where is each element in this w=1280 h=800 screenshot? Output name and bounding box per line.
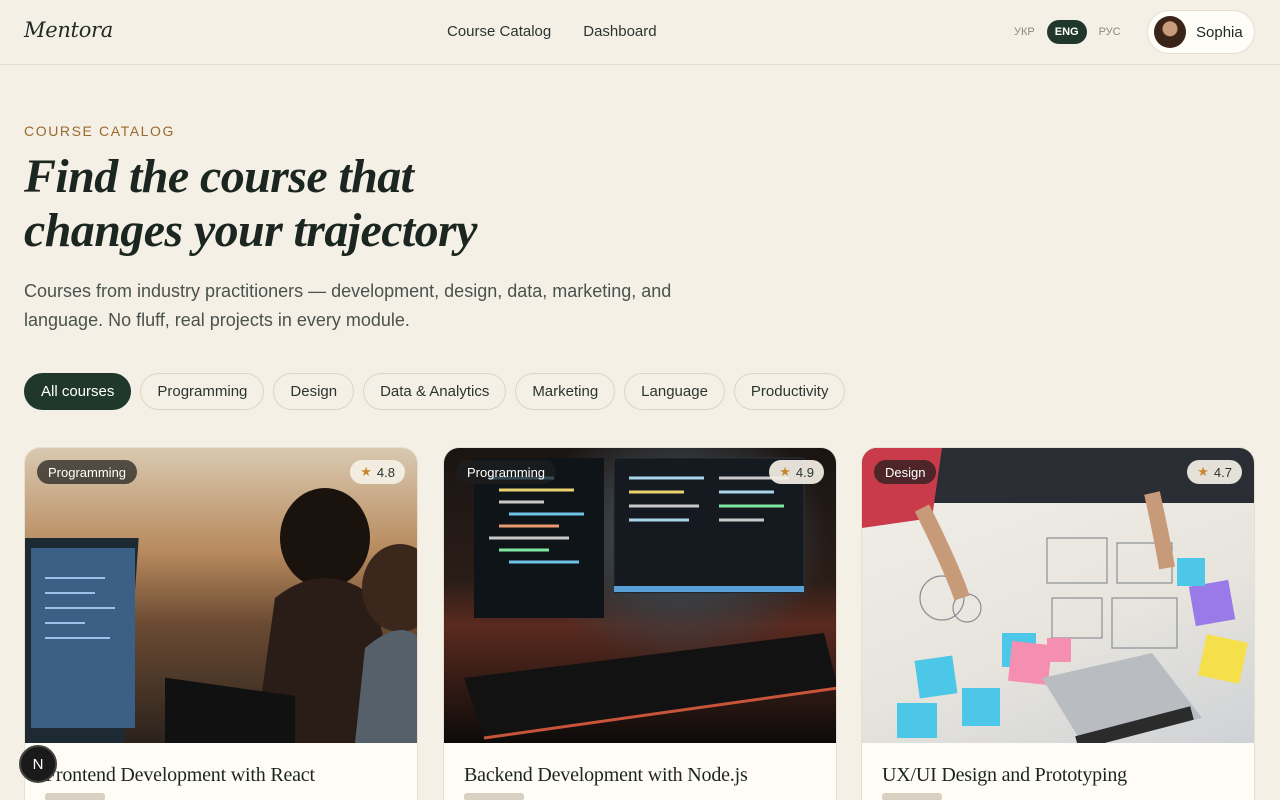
top-header: Mentora Course Catalog Dashboard УКР ENG… <box>0 0 1280 65</box>
star-icon: ★ <box>779 464 791 479</box>
title-line-1: Find the course that <box>24 150 414 203</box>
filter-programming[interactable]: Programming <box>140 373 265 410</box>
language-switcher: УКР ENG РУС <box>1006 20 1129 44</box>
filter-marketing[interactable]: Marketing <box>515 373 616 410</box>
course-image: Programming ★ 4.8 <box>25 448 417 743</box>
page-subtitle: Courses from industry practitioners — de… <box>24 281 672 330</box>
lang-eng[interactable]: ENG <box>1046 20 1087 44</box>
course-card[interactable]: Design ★ 4.7 UX/UI Design and Prototypin… <box>861 447 1255 800</box>
logo[interactable]: Mentora <box>24 18 113 42</box>
page-title: Find the course that changes your trajec… <box>24 150 544 258</box>
course-title: UX/UI Design and Prototyping <box>882 764 1127 786</box>
category-filters: All courses Programming Design Data & An… <box>24 373 846 410</box>
rating-badge: ★ 4.7 <box>1187 460 1242 484</box>
filter-data-analytics[interactable]: Data & Analytics <box>363 373 507 410</box>
category-badge: Programming <box>456 460 557 484</box>
filter-design[interactable]: Design <box>273 373 355 410</box>
user-name: Sophia <box>1196 23 1243 41</box>
filter-productivity[interactable]: Productivity <box>733 373 846 410</box>
category-badge: Design <box>874 460 937 484</box>
course-image: Programming ★ 4.9 <box>444 448 836 743</box>
course-image: Design ★ 4.7 <box>862 448 1254 743</box>
filter-all-courses[interactable]: All courses <box>24 373 132 410</box>
user-menu-button[interactable]: Sophia <box>1147 10 1255 54</box>
nav-dashboard[interactable]: Dashboard <box>583 23 656 40</box>
rating-value: 4.9 <box>795 464 814 480</box>
lang-rus[interactable]: РУС <box>1091 20 1129 44</box>
course-meta <box>882 793 942 800</box>
rating-value: 4.8 <box>376 464 395 480</box>
title-line-2: changes your trajectory <box>24 204 477 257</box>
rating-badge: ★ 4.8 <box>350 460 405 484</box>
course-meta <box>464 793 524 800</box>
filter-language[interactable]: Language <box>624 373 725 410</box>
star-icon: ★ <box>1197 464 1209 479</box>
category-badge: Programming <box>37 460 138 484</box>
course-meta <box>45 793 105 800</box>
main-nav: Course Catalog Dashboard <box>447 23 657 40</box>
avatar <box>1154 16 1186 48</box>
course-title: Frontend Development with React <box>45 764 315 786</box>
rating-value: 4.7 <box>1213 464 1232 480</box>
section-eyebrow: COURSE CATALOG <box>24 123 176 139</box>
rating-badge: ★ 4.9 <box>769 460 824 484</box>
course-card[interactable]: Programming ★ 4.8 Frontend Development w… <box>24 447 418 800</box>
course-card[interactable]: Programming ★ 4.9 Backend Development wi… <box>443 447 837 800</box>
lang-ukr[interactable]: УКР <box>1006 20 1043 44</box>
star-icon: ★ <box>360 464 372 479</box>
course-title: Backend Development with Node.js <box>464 764 748 786</box>
dev-tools-button[interactable]: N <box>19 745 57 783</box>
nav-course-catalog[interactable]: Course Catalog <box>447 23 551 40</box>
